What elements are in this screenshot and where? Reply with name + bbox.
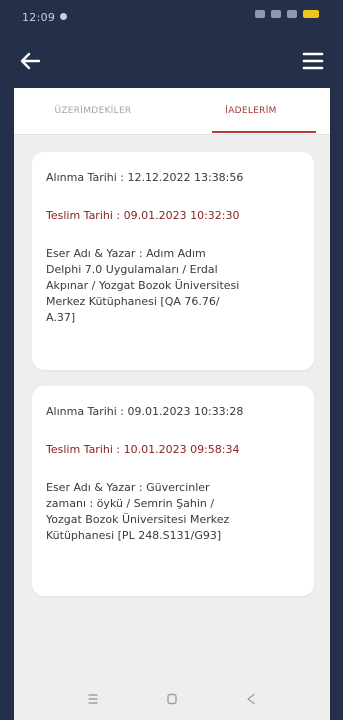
return-record-card[interactable]: Alınma Tarihi : 09.01.2023 10:33:28 Tesl… — [32, 386, 314, 596]
teslim-tarihi: Teslim Tarihi : 09.01.2023 10:32:30 — [46, 209, 240, 222]
wifi-icon — [271, 10, 281, 18]
eser-line: A.37] — [46, 311, 76, 324]
tab-iadelerim[interactable]: İADELERİM — [172, 88, 330, 134]
eser-line: zamanı : öykü / Semrin Şahin / — [46, 497, 215, 510]
back-nav-button[interactable] — [242, 690, 260, 708]
eser-line: Eser Adı & Yazar : Adım Adım — [46, 247, 206, 260]
hamburger-menu-icon — [302, 52, 324, 70]
back-button[interactable] — [18, 49, 42, 73]
home-icon — [167, 693, 177, 705]
alinma-tarihi: Alınma Tarihi : 09.01.2023 10:33:28 — [46, 405, 244, 418]
recent-apps-icon — [88, 694, 98, 704]
app-bar — [0, 34, 343, 88]
eser-line: Merkez Kütüphanesi [QA 76.76/ — [46, 295, 220, 308]
eser-line: Akpınar / Yozgat Bozok Üniversitesi — [46, 279, 240, 292]
active-tab-indicator — [212, 131, 316, 133]
arrow-left-icon — [20, 52, 41, 70]
main-content: ÜZERİMDEKİLER İADELERİM Alınma Tarihi : … — [14, 88, 330, 678]
menu-button[interactable] — [301, 49, 325, 73]
battery-icon — [303, 10, 319, 18]
recent-apps-button[interactable] — [84, 690, 102, 708]
eser-line: Eser Adı & Yazar : Güvercinler — [46, 481, 210, 494]
tab-label: ÜZERİMDEKİLER — [54, 106, 132, 116]
triangle-back-icon — [247, 693, 255, 705]
eser-line: Delphi 7.0 Uygulamaları / Erdal — [46, 263, 218, 276]
alinma-tarihi: Alınma Tarihi : 12.12.2022 13:38:56 — [46, 171, 244, 184]
notification-icon — [60, 13, 67, 20]
tab-uzerimdekiler[interactable]: ÜZERİMDEKİLER — [14, 88, 172, 134]
home-button[interactable] — [163, 690, 181, 708]
teslim-tarihi: Teslim Tarihi : 10.01.2023 09:58:34 — [46, 443, 240, 456]
status-icons — [255, 10, 319, 18]
eser-line: Kütüphanesi [PL 248.S131/G93] — [46, 529, 222, 542]
tab-label: İADELERİM — [225, 106, 277, 116]
eser-line: Yozgat Bozok Üniversitesi Merkez — [46, 513, 230, 526]
tab-bar: ÜZERİMDEKİLER İADELERİM — [14, 88, 330, 135]
status-time: 12:09 — [22, 11, 56, 24]
signal-icon — [287, 10, 297, 18]
return-record-card[interactable]: Alınma Tarihi : 12.12.2022 13:38:56 Tesl… — [32, 152, 314, 370]
system-nav-bar — [14, 678, 330, 720]
vibrate-icon — [255, 10, 265, 18]
status-bar: 12:09 — [0, 0, 343, 34]
